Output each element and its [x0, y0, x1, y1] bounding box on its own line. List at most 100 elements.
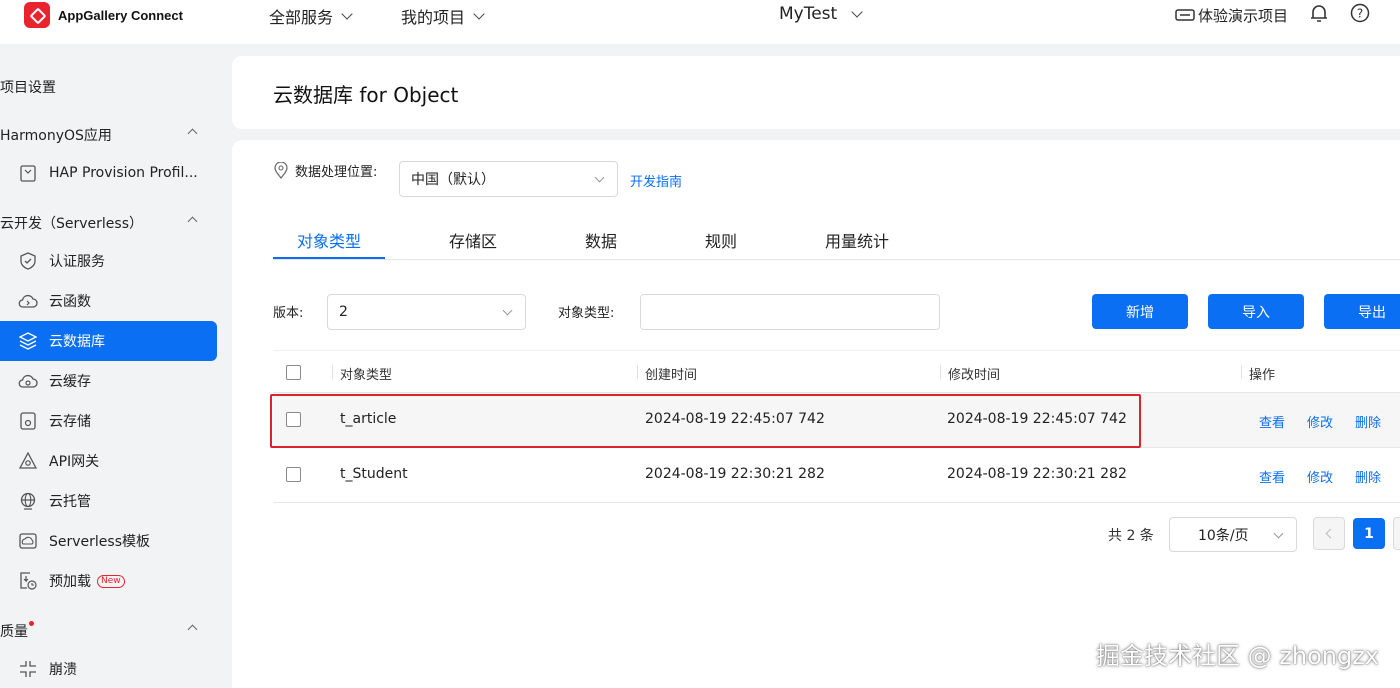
- chevron-up-icon: [187, 624, 198, 635]
- demo-label: 体验演示项目: [1197, 6, 1288, 25]
- chevron-down-icon: [502, 305, 513, 316]
- help-icon[interactable]: ?: [1350, 3, 1370, 27]
- chevron-up-icon: [187, 128, 198, 139]
- table-header: 对象类型 创建时间 修改时间 操作: [273, 350, 1400, 393]
- header-actions: 操作: [1240, 364, 1275, 383]
- sidebar-item-cloud-storage[interactable]: 云存储: [0, 401, 217, 441]
- sidebar-item-preload[interactable]: 预加载 New: [0, 561, 217, 601]
- delete-link[interactable]: 删除: [1355, 412, 1381, 431]
- sidebar-item-cloud-cache[interactable]: 云缓存: [0, 361, 217, 401]
- version-value: 2: [339, 304, 348, 320]
- sidebar-project-settings[interactable]: 项目设置: [0, 77, 210, 97]
- cell-object-type: t_Student: [340, 466, 408, 482]
- nav-my-projects[interactable]: 我的项目: [401, 4, 485, 28]
- cell-modified: 2024-08-19 22:30:21 282: [947, 466, 1127, 482]
- export-button[interactable]: 导出: [1324, 294, 1400, 329]
- notification-dot: [29, 621, 34, 626]
- brand[interactable]: AppGallery Connect: [24, 2, 183, 28]
- pagination-total: 共 2 条: [1108, 528, 1154, 544]
- cache-icon: [18, 371, 38, 391]
- tab-storage-zone[interactable]: 存储区: [449, 228, 497, 252]
- tab-object-types[interactable]: 对象类型: [273, 228, 385, 252]
- sidebar-item-cloud-db[interactable]: 云数据库: [0, 321, 217, 361]
- sidebar-item-label: 预加载: [49, 574, 91, 590]
- prev-page-button[interactable]: [1313, 517, 1345, 550]
- highlight-annotation-box: [270, 394, 1141, 448]
- sidebar-item-crash[interactable]: 崩溃: [0, 649, 217, 688]
- sidebar-item-cloud-hosting[interactable]: 云托管: [0, 481, 217, 521]
- chevron-down-icon: [1273, 528, 1284, 539]
- location-select[interactable]: 中国（默认）: [399, 161, 618, 197]
- new-badge: New: [97, 574, 125, 588]
- header-modified: 修改时间: [939, 364, 1000, 383]
- file-icon: [18, 163, 38, 183]
- version-select[interactable]: 2: [327, 294, 526, 330]
- tab-rules[interactable]: 规则: [705, 228, 737, 252]
- nav-all-services[interactable]: 全部服务: [269, 4, 353, 28]
- tab-bar: 对象类型 存储区 数据 规则 用量统计: [273, 225, 1400, 260]
- sidebar-item-label: 云函数: [49, 294, 91, 310]
- edit-link[interactable]: 修改: [1307, 467, 1333, 486]
- svg-text:?: ?: [1357, 7, 1363, 21]
- sidebar-group-harmonyos[interactable]: HarmonyOS应用: [0, 125, 210, 145]
- page-title: 云数据库 for Object: [273, 83, 459, 107]
- sidebar-item-label: 崩溃: [49, 662, 77, 678]
- brand-name: AppGallery Connect: [58, 7, 183, 23]
- storage-icon: [18, 411, 38, 431]
- preload-icon: [18, 571, 38, 591]
- view-link[interactable]: 查看: [1259, 467, 1285, 486]
- sidebar-group-label: 质量: [0, 624, 28, 640]
- add-button[interactable]: 新增: [1092, 294, 1188, 329]
- page-size-select[interactable]: 10条/页: [1169, 517, 1297, 552]
- location-label: 数据处理位置:: [295, 165, 378, 180]
- sidebar-item-label: HAP Provision Profil...: [49, 165, 198, 181]
- top-right-actions: 体验演示项目 ?: [1175, 3, 1370, 27]
- demo-project-link[interactable]: 体验演示项目: [1175, 5, 1288, 26]
- import-button[interactable]: 导入: [1208, 294, 1304, 329]
- cell-created: 2024-08-19 22:30:21 282: [645, 466, 825, 482]
- project-name: MyTest: [779, 4, 838, 24]
- watermark: 掘金技术社区 @ zhongzx: [1096, 642, 1379, 670]
- header-created: 创建时间: [636, 364, 697, 383]
- location-value: 中国（默认）: [411, 172, 495, 188]
- sidebar-item-label: API网关: [49, 454, 100, 470]
- tab-data[interactable]: 数据: [585, 228, 617, 252]
- bell-icon[interactable]: [1310, 3, 1328, 27]
- tab-usage-stats[interactable]: 用量统计: [825, 228, 889, 252]
- sidebar-item-label: 云缓存: [49, 374, 91, 390]
- sidebar-item-auth[interactable]: 认证服务: [0, 241, 217, 281]
- shield-check-icon: [18, 251, 38, 271]
- sidebar-project-settings-label: 项目设置: [0, 80, 56, 96]
- sidebar-item-serverless-template[interactable]: Serverless模板: [0, 521, 217, 561]
- active-tab-indicator: [273, 257, 385, 259]
- header-object-type: 对象类型: [331, 364, 392, 383]
- sidebar-group-label: 云开发（Serverless）: [0, 216, 144, 232]
- location-pin-icon: [274, 162, 288, 179]
- sidebar-item-label: 云数据库: [49, 334, 105, 350]
- sidebar-item-api-gateway[interactable]: API网关: [0, 441, 217, 481]
- top-bar: AppGallery Connect 全部服务 我的项目 MyTest 体验演示…: [0, 0, 1400, 44]
- chevron-down-icon: [473, 7, 485, 20]
- row-checkbox[interactable]: [286, 467, 301, 482]
- chevron-down-icon: [341, 7, 353, 20]
- object-type-input[interactable]: [640, 294, 940, 330]
- sidebar-item-label: 认证服务: [49, 254, 105, 270]
- database-layers-icon: [18, 331, 38, 351]
- dev-guide-link[interactable]: 开发指南: [630, 171, 682, 190]
- project-switcher[interactable]: MyTest: [779, 4, 863, 24]
- next-page-button[interactable]: [1393, 517, 1400, 550]
- select-all-checkbox[interactable]: [286, 365, 301, 380]
- cloud-function-icon: [18, 291, 38, 311]
- sidebar-item-hap-provision[interactable]: HAP Provision Profil...: [0, 153, 217, 193]
- sidebar-item-cloud-function[interactable]: 云函数: [0, 281, 217, 321]
- delete-link[interactable]: 删除: [1355, 467, 1381, 486]
- sidebar-group-quality[interactable]: 质量: [0, 621, 210, 641]
- object-type-label: 对象类型:: [558, 306, 615, 321]
- view-link[interactable]: 查看: [1259, 412, 1285, 431]
- chevron-down-icon: [851, 5, 863, 18]
- sidebar-group-serverless[interactable]: 云开发（Serverless）: [0, 213, 210, 233]
- table-row[interactable]: t_Student 2024-08-19 22:30:21 282 2024-0…: [273, 448, 1400, 503]
- current-page-button[interactable]: 1: [1353, 518, 1385, 549]
- demo-icon: [1175, 9, 1195, 21]
- edit-link[interactable]: 修改: [1307, 412, 1333, 431]
